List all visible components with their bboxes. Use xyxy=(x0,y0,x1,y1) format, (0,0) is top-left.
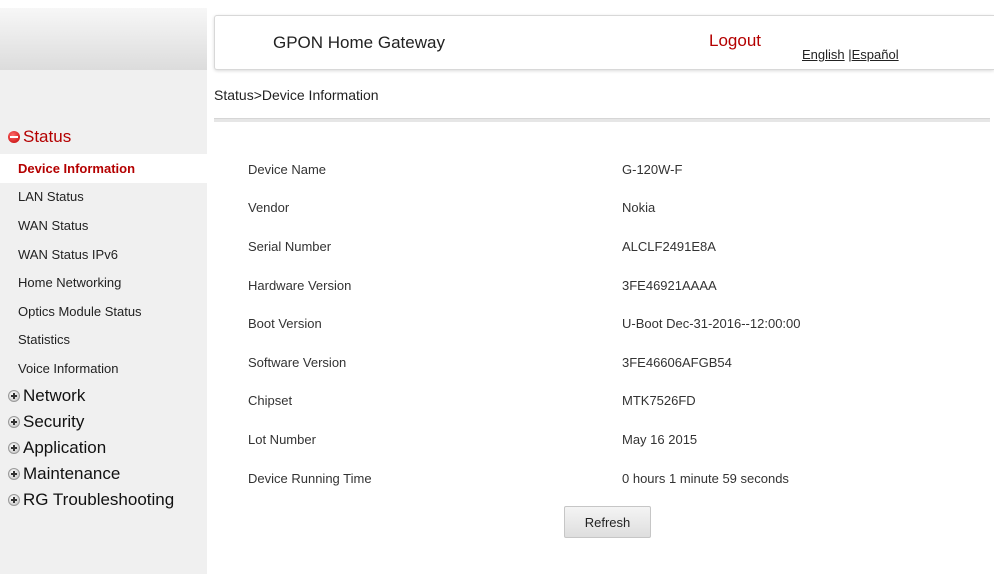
info-value: 0 hours 1 minute 59 seconds xyxy=(622,470,789,486)
info-value: May 16 2015 xyxy=(622,431,698,447)
info-label: Boot Version xyxy=(248,316,322,332)
language-switcher: English |Español xyxy=(802,47,899,62)
sidebar-item-device-information[interactable]: Device Information xyxy=(0,154,207,183)
nav-group-label: RG Troubleshooting xyxy=(23,489,175,509)
expand-icon xyxy=(8,467,20,480)
info-label: Serial Number xyxy=(248,238,332,254)
header-title: GPON Home Gateway xyxy=(273,33,445,52)
info-label: Vendor xyxy=(248,200,290,216)
info-value: Nokia xyxy=(622,200,656,216)
table-row: Lot Number May 16 2015 xyxy=(248,420,948,459)
breadcrumb: Status>Device Information xyxy=(214,87,379,103)
info-value: 3FE46606AFGB54 xyxy=(622,354,732,370)
refresh-button[interactable]: Refresh xyxy=(564,506,651,538)
nav-group-rg-troubleshooting[interactable]: RG Troubleshooting xyxy=(0,487,207,513)
logout-link[interactable]: Logout xyxy=(709,31,761,51)
table-row: Software Version 3FE46606AFGB54 xyxy=(248,343,948,382)
info-value: G-120W-F xyxy=(622,161,683,177)
sidebar-item-home-networking[interactable]: Home Networking xyxy=(0,268,207,297)
nav-group-label: Network xyxy=(23,385,86,405)
nav-group-label: Maintenance xyxy=(23,463,121,483)
nav-group-network[interactable]: Network xyxy=(0,383,207,409)
table-row: Hardware Version 3FE46921AAAA xyxy=(248,266,948,305)
info-value: MTK7526FD xyxy=(622,393,696,409)
lang-spanish-link[interactable]: Español xyxy=(852,47,899,62)
collapse-icon xyxy=(8,131,20,143)
nav-group-label: Application xyxy=(23,437,107,457)
info-label: Lot Number xyxy=(248,431,316,447)
sidebar-item-wan-status-ipv6[interactable]: WAN Status IPv6 xyxy=(0,240,207,269)
nav-group-label: Status xyxy=(23,127,72,146)
info-label: Hardware Version xyxy=(248,277,352,293)
info-value: 3FE46921AAAA xyxy=(622,277,717,293)
nav-group-security[interactable]: Security xyxy=(0,409,207,435)
info-label: Software Version xyxy=(248,354,347,370)
info-value: ALCLF2491E8A xyxy=(622,238,716,254)
expand-icon xyxy=(8,441,20,454)
expand-icon xyxy=(8,493,20,506)
nav-group-label: Security xyxy=(23,411,85,431)
table-row: Vendor Nokia xyxy=(248,189,948,228)
info-label: Device Running Time xyxy=(248,470,372,486)
sidebar-item-optics-module-status[interactable]: Optics Module Status xyxy=(0,297,207,326)
header-bar: GPON Home Gateway Logout English |Españo… xyxy=(214,15,994,70)
table-row: Serial Number ALCLF2491E8A xyxy=(248,227,948,266)
info-value: U-Boot Dec-31-2016--12:00:00 xyxy=(622,316,801,332)
status-submenu: Device Information LAN Status WAN Status… xyxy=(0,154,207,383)
lang-english-link[interactable]: English xyxy=(802,47,845,62)
expand-icon xyxy=(8,415,20,428)
lang-separator: | xyxy=(844,47,852,62)
nav-group-application[interactable]: Application xyxy=(0,435,207,461)
sidebar-item-lan-status[interactable]: LAN Status xyxy=(0,183,207,212)
expand-icon xyxy=(8,389,20,402)
sidebar-logo-area xyxy=(0,8,207,70)
nav-group-status[interactable]: Status xyxy=(0,124,207,150)
table-row: Device Name G-120W-F xyxy=(248,150,948,189)
table-row: Boot Version U-Boot Dec-31-2016--12:00:0… xyxy=(248,304,948,343)
info-label: Device Name xyxy=(248,161,327,177)
table-row: Chipset MTK7526FD xyxy=(248,382,948,421)
header-divider xyxy=(214,118,990,122)
info-label: Chipset xyxy=(248,393,293,409)
nav-group-maintenance[interactable]: Maintenance xyxy=(0,461,207,487)
device-info-table: Device Name G-120W-F Vendor Nokia Serial… xyxy=(248,150,948,497)
sidebar-item-statistics[interactable]: Statistics xyxy=(0,326,207,355)
sidebar-item-voice-information[interactable]: Voice Information xyxy=(0,354,207,383)
table-row: Device Running Time 0 hours 1 minute 59 … xyxy=(248,459,948,498)
sidebar-item-wan-status[interactable]: WAN Status xyxy=(0,211,207,240)
sidebar-nav: Status Device Information LAN Status WAN… xyxy=(0,124,207,513)
